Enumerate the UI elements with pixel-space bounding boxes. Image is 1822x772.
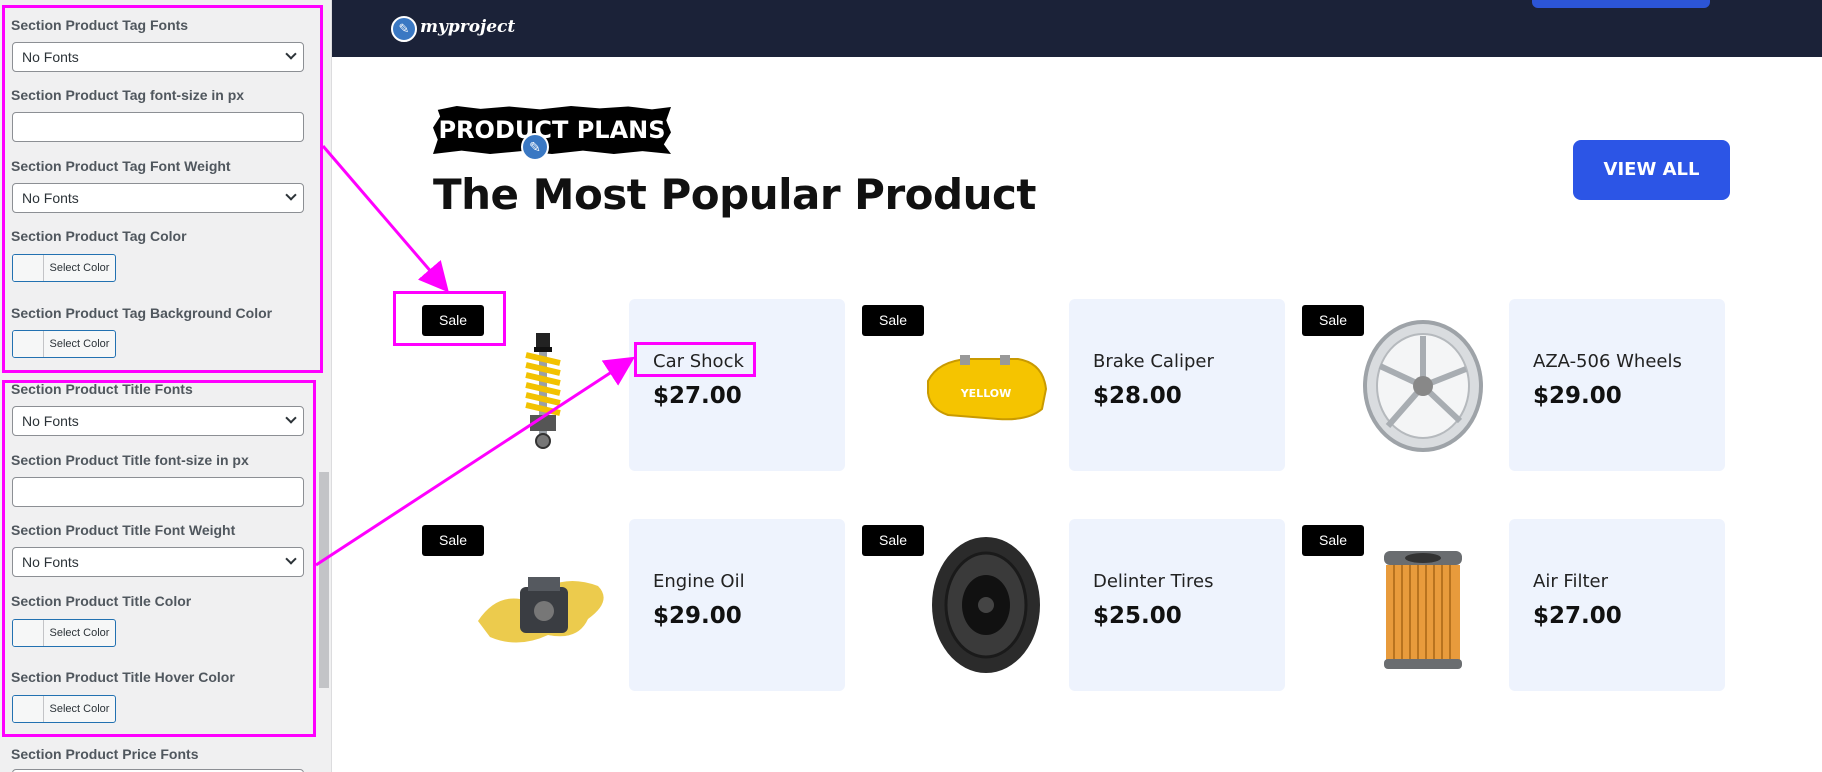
site-header — [332, 0, 1822, 57]
product-card[interactable]: Sale AZA-506 Wheels $29.00 — [1302, 299, 1742, 471]
product-title-highlight — [634, 342, 756, 377]
product-card[interactable]: Sale Delinter Tires $25.00 — [862, 519, 1302, 691]
caliper-brand-text: YELLOW — [960, 387, 1012, 400]
price-fonts-label: Section Product Price Fonts — [11, 746, 199, 762]
pencil-icon[interactable]: ✎ — [521, 133, 549, 161]
product-title[interactable]: Engine Oil — [653, 571, 745, 592]
product-card[interactable]: Sale Engine Oil $29.00 — [422, 519, 862, 691]
wheel-image — [1363, 320, 1483, 452]
product-price: $28.00 — [1093, 383, 1182, 409]
product-price: $25.00 — [1093, 603, 1182, 629]
brake-caliper-image: YELLOW — [927, 355, 1048, 421]
header-button[interactable] — [1532, 0, 1710, 8]
product-price: $29.00 — [653, 603, 742, 629]
site-logo[interactable]: myproject — [420, 17, 515, 37]
product-title[interactable]: Air Filter — [1533, 571, 1608, 592]
sale-tag-highlight — [393, 291, 506, 346]
arrow-to-sale-tag — [321, 145, 449, 293]
engine-oil-image — [478, 577, 604, 643]
tire-image — [932, 537, 1040, 673]
product-title[interactable]: Brake Caliper — [1093, 351, 1214, 372]
product-price: $29.00 — [1533, 383, 1622, 409]
scrollbar-thumb[interactable] — [319, 472, 329, 688]
product-card[interactable]: Sale YELLOW Brake Caliper $28.00 — [862, 299, 1302, 471]
tag-settings-highlight — [2, 5, 323, 373]
product-price: $27.00 — [1533, 603, 1622, 629]
product-card[interactable]: Sale Air Filter $27.00 — [1302, 519, 1742, 691]
product-title[interactable]: AZA-506 Wheels — [1533, 351, 1682, 372]
pencil-icon[interactable]: ✎ — [391, 16, 417, 42]
air-filter-image — [1384, 551, 1462, 669]
view-all-button[interactable]: VIEW ALL — [1573, 140, 1730, 200]
product-price: $27.00 — [653, 383, 742, 409]
section-tag: PRODUCT PLANS — [433, 106, 671, 154]
section-title: The Most Popular Product — [433, 170, 1036, 219]
product-title[interactable]: Delinter Tires — [1093, 571, 1214, 592]
title-settings-highlight — [2, 380, 316, 737]
